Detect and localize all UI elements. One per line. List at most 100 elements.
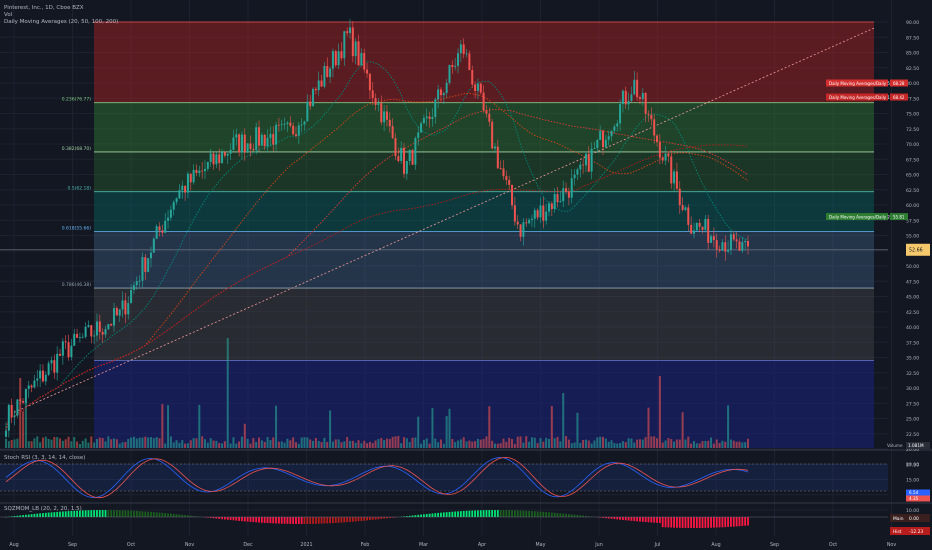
volume-bar <box>380 437 383 448</box>
momentum-bar <box>658 517 661 524</box>
volume-bar <box>19 378 22 448</box>
candle-body <box>522 222 525 237</box>
candle-body <box>627 100 630 105</box>
volume-bar <box>175 440 178 448</box>
volume-bar <box>738 441 741 448</box>
candle-body <box>448 65 451 83</box>
momentum-bar <box>715 517 718 528</box>
volume-bar <box>144 436 147 448</box>
momentum-bar <box>44 512 47 517</box>
momentum-bar <box>175 514 178 517</box>
momentum-bar <box>553 512 556 517</box>
momentum-bar <box>286 517 289 524</box>
candle-body <box>292 125 295 135</box>
candle-body <box>115 308 118 316</box>
momentum-bar <box>215 517 218 519</box>
ma-label-text: Daily Moving Averages/Daily 20MA <box>829 214 899 219</box>
price-tick: 72.50 <box>906 127 919 133</box>
sqz-title: SQZMOM_LB (20, 2, 20, 1.5) <box>4 506 82 512</box>
volume-bar <box>562 393 565 448</box>
momentum-bar <box>511 510 513 517</box>
candle-body <box>340 51 343 59</box>
volume-bar <box>602 436 605 448</box>
candle-body <box>621 90 624 104</box>
sqz-label-name: Main <box>893 516 904 522</box>
momentum-bar <box>260 517 263 523</box>
momentum-bar <box>101 510 104 517</box>
volume-bar <box>110 439 113 448</box>
candle-body <box>394 138 397 157</box>
volume-bar <box>712 443 715 448</box>
candle-body <box>670 156 673 184</box>
volume-bar <box>209 438 212 448</box>
volume-bar <box>385 438 388 448</box>
volume-bar <box>516 436 519 448</box>
candle-body <box>658 142 661 158</box>
candle-body <box>272 134 275 145</box>
fibonacci-retracement[interactable]: 0.236(76.77) 0.382(68.70) 0.5(62.18) 0.618(… <box>0 21 888 448</box>
symbol-title: Pinterest, Inc., 1D, Cboe BZX <box>4 5 84 11</box>
candle-body <box>229 149 232 154</box>
momentum-bar <box>258 517 260 523</box>
volume-bar <box>357 440 360 448</box>
volume-bar <box>508 437 511 448</box>
momentum-bar <box>326 517 329 524</box>
volume-bar <box>388 439 391 448</box>
momentum-bar <box>351 517 354 522</box>
candle-body <box>493 146 496 149</box>
volume-bar <box>408 442 411 448</box>
candle-body <box>61 341 64 356</box>
price-tick: 25.00 <box>906 417 919 423</box>
volume-bar <box>337 439 340 448</box>
candle-body <box>294 134 297 136</box>
momentum-bar <box>158 512 161 517</box>
volume-bar <box>459 439 462 448</box>
candle-body <box>263 134 266 147</box>
volume-bar <box>226 338 229 448</box>
candle-body <box>502 168 505 177</box>
volume-bar <box>320 442 323 448</box>
momentum-bar <box>704 517 707 528</box>
volume-bar <box>10 440 13 448</box>
momentum-bar <box>275 517 277 524</box>
volume-bar <box>573 442 576 448</box>
momentum-bar <box>695 517 698 528</box>
volume-bar <box>496 443 499 448</box>
price-tick: 32.50 <box>906 371 919 377</box>
price-tick: 22.50 <box>906 432 919 438</box>
volume-bar <box>684 439 687 448</box>
volume-bar <box>275 405 278 448</box>
momentum-bar <box>442 512 445 517</box>
volume-bar <box>613 443 616 448</box>
momentum-bar <box>135 510 138 517</box>
candle-body <box>144 257 147 272</box>
momentum-bar <box>414 515 417 517</box>
volume-bar <box>277 441 280 448</box>
candle-body <box>474 84 477 91</box>
momentum-bar <box>104 510 107 517</box>
fib-level-label: 0.618(55.66) <box>62 225 92 231</box>
volume-bar <box>383 440 386 448</box>
momentum-bar <box>738 517 741 527</box>
volume-bar <box>113 438 116 448</box>
fib-level-label: 0.382(68.70) <box>62 146 92 152</box>
candle-body <box>451 65 454 67</box>
volume-bar <box>198 404 201 448</box>
candle-body <box>218 154 221 163</box>
volume-bar <box>647 407 650 448</box>
price-tick: 67.50 <box>906 157 919 163</box>
volume-bar <box>442 443 445 448</box>
candle-body <box>118 309 121 316</box>
volume-bar <box>240 436 243 448</box>
candle-body <box>371 90 374 99</box>
volume-bar <box>56 437 59 448</box>
candle-body <box>707 218 710 243</box>
momentum-bar <box>477 510 479 517</box>
momentum-bar <box>226 517 229 520</box>
candle-body <box>314 88 317 91</box>
momentum-bar <box>693 517 695 528</box>
trading-chart[interactable]: 0.236(76.77) 0.382(68.70) 0.5(62.18) 0.618(… <box>0 0 932 550</box>
time-tick: Aug <box>9 542 18 548</box>
candle-body <box>445 82 448 94</box>
momentum-bar <box>360 517 363 521</box>
